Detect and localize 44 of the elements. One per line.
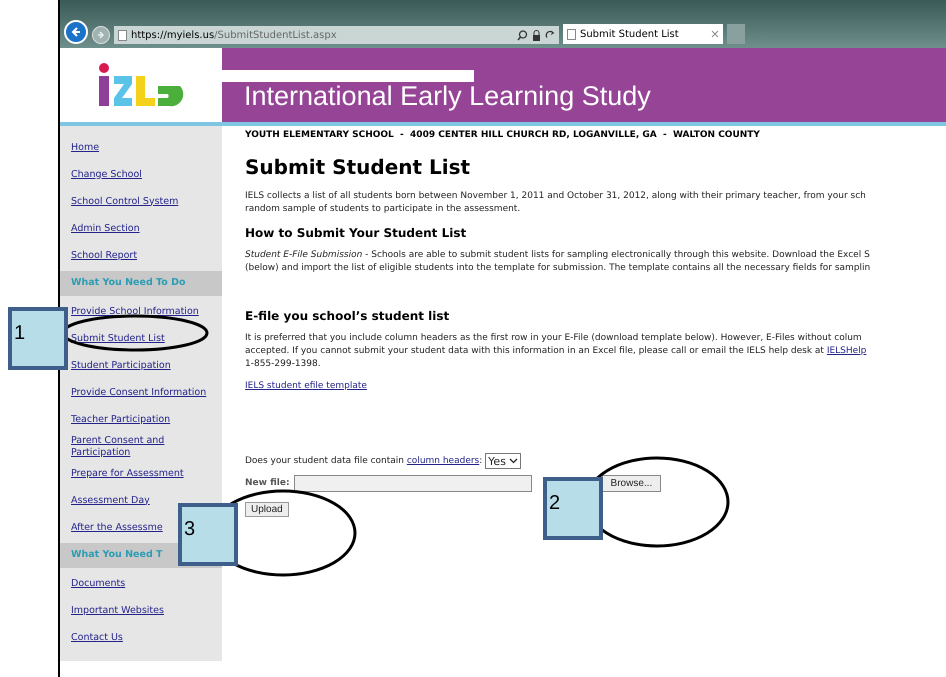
sidebar-link[interactable]: School Control System [71, 196, 178, 208]
sidebar-link[interactable]: Provide School Information [71, 306, 199, 318]
address-text: https://myiels.us/SubmitStudentList.aspx [131, 28, 337, 42]
sidebar-heading: What You Need To Do [60, 271, 222, 296]
instruction-text: 1-855-299-1398. [245, 358, 322, 371]
school-address: YOUTH ELEMENTARY SCHOOL - 4009 CENTER HILL CHURCH RD, LOGANVILLE, GA - WALTON COUNTY [245, 129, 761, 142]
sidebar-link[interactable]: Provide Consent Information [71, 386, 206, 398]
headers-select[interactable]: Yes [485, 453, 521, 469]
site-title: International Early Learning Study [244, 83, 651, 110]
browse-button[interactable]: Browse... [602, 475, 662, 492]
sidebar-link[interactable]: Home [71, 142, 100, 154]
sidebar-link[interactable]: Teacher Participation [71, 414, 170, 426]
file-label: New file: [245, 477, 290, 490]
sidebar-link[interactable]: Contact Us [71, 632, 123, 644]
section-heading: E-file you school’s student list [245, 310, 450, 323]
sidebar-link[interactable]: After the Assessme [71, 522, 163, 534]
sidebar-link[interactable]: Student Participation [71, 360, 171, 372]
intro-text: random sample of students to participate in the assessment. [245, 203, 522, 216]
column-headers-link[interactable]: column headers [406, 456, 480, 466]
instruction-text: It is preferred that you include column headers as the first row in your E-File (download template below). However, E-Files without colum [245, 332, 863, 345]
tab-title: Submit Student List [580, 28, 679, 42]
callout-number: 3 [178, 503, 238, 566]
template-link[interactable]: IELS student efile template [245, 380, 367, 393]
browser-tab[interactable]: Submit Student List [563, 24, 723, 44]
email-link[interactable]: IELSHelp [826, 346, 866, 356]
instruction-text: accepted. If you cannot submit your student data with this information in an Excel file, please call or email the IELS help desk at IELSHelp [245, 345, 868, 358]
callout-number: 1 [8, 307, 68, 370]
instruction-text: (below) and import the list of eligible students into the template for submission. The template contains all the necessary fields for samplin [245, 262, 872, 275]
upload-button[interactable]: Upload [245, 502, 289, 517]
instruction-text: Student E-File Submission - Schools are able to submit student lists for sampling electronically through this website. Download the Excel S [245, 249, 871, 262]
question-text: Does your student data file contain column headers: [245, 454, 484, 468]
page-title: Submit Student List [245, 155, 472, 179]
sidebar-link[interactable]: Admin Section [71, 222, 140, 234]
sidebar-link[interactable]: Prepare for Assessment [71, 468, 184, 480]
sidebar-link[interactable]: Assessment Day [71, 494, 150, 506]
address-bar[interactable]: https://myiels.us/SubmitStudentList.aspx [114, 26, 559, 44]
sidebar-link[interactable]: Documents [71, 578, 126, 590]
sidebar-link[interactable]: School Report [71, 250, 138, 262]
sidebar-link[interactable]: Important Websites [71, 604, 164, 616]
sidebar-link[interactable]: Parent Consent and Participation [71, 434, 222, 458]
section-heading: How to Submit Your Student List [245, 227, 468, 240]
sidebar-link[interactable]: Change School [71, 168, 142, 180]
callout-number: 2 [543, 477, 603, 540]
intro-text: IELS collects a list of all students born between November 1, 2011 and October 31, 2012, along with their primary teacher, from your sch [245, 190, 867, 203]
